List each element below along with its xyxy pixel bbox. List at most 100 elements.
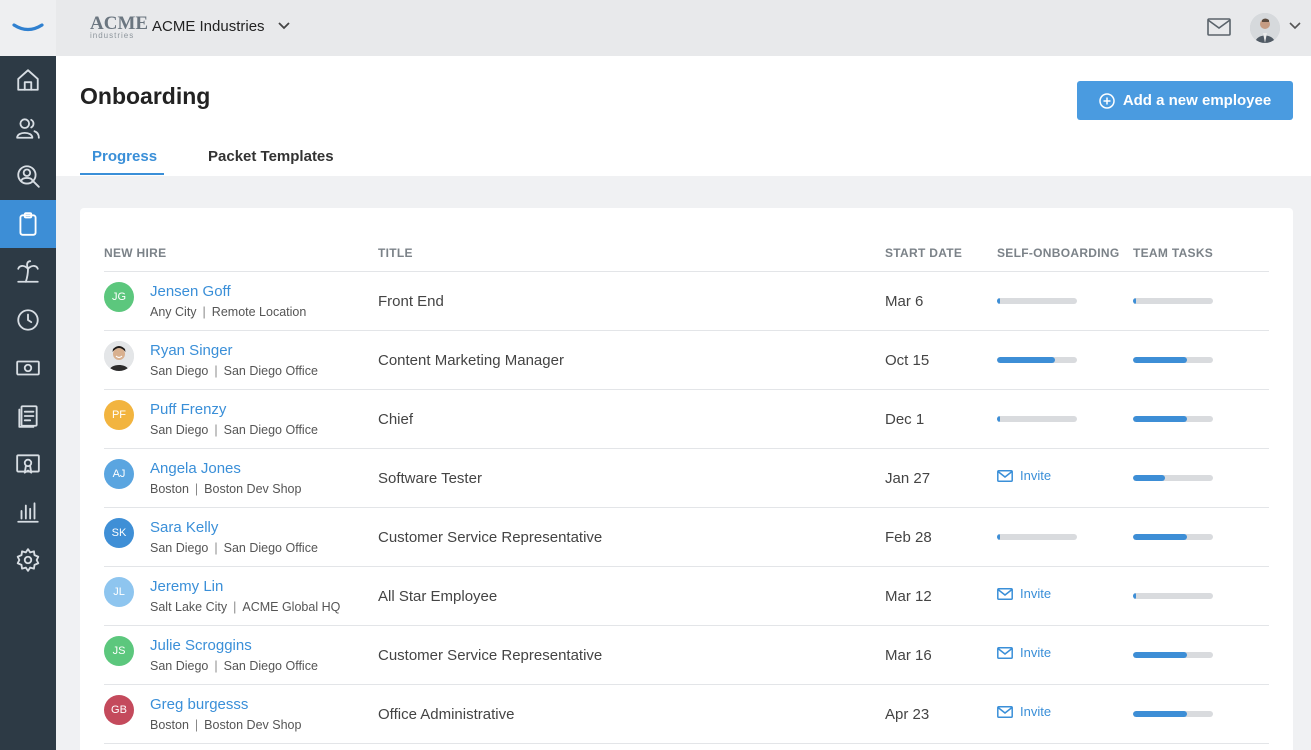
- team-tasks-progress: [1133, 475, 1213, 481]
- invite-link[interactable]: Invite: [997, 468, 1051, 483]
- clock-icon: [17, 309, 39, 331]
- table-row[interactable]: Ryan Singer San Diego | San Diego Office C…: [104, 331, 1269, 390]
- table-row[interactable]: AJ Angela Jones Boston | Boston Dev Shop S…: [104, 449, 1269, 508]
- smile-logo-icon: [12, 23, 44, 32]
- profile-photo-icon: [104, 341, 134, 371]
- table-row[interactable]: SK Sara Kelly San Diego | San Diego Office…: [104, 508, 1269, 567]
- invite-link[interactable]: Invite: [997, 586, 1051, 601]
- invite-label: Invite: [1020, 645, 1052, 660]
- location-separator: |: [214, 541, 218, 555]
- mail-icon: [997, 705, 1013, 718]
- sidebar-item-people[interactable]: [0, 104, 56, 152]
- sidebar-item-training[interactable]: [0, 440, 56, 488]
- employee-location: Boston | Boston Dev Shop: [150, 482, 301, 496]
- sidebar-item-settings[interactable]: [0, 536, 56, 584]
- employee-location: San Diego | San Diego Office: [150, 541, 318, 555]
- team-tasks-progress: [1133, 416, 1213, 422]
- avatar[interactable]: JS: [104, 636, 134, 666]
- company-logo: ACME industries: [90, 14, 148, 40]
- avatar[interactable]: SK: [104, 518, 134, 548]
- invite-label: Invite: [1020, 468, 1052, 483]
- sidebar-item-time-off[interactable]: [0, 248, 56, 296]
- employee-office: San Diego Office: [223, 423, 318, 437]
- people-icon: [16, 118, 40, 139]
- sidebar-item-time[interactable]: [0, 296, 56, 344]
- avatar[interactable]: AJ: [104, 459, 134, 489]
- employee-office: San Diego Office: [223, 364, 318, 378]
- company-selector[interactable]: ACME Industries: [152, 18, 265, 35]
- employee-name-link[interactable]: Jeremy Lin: [150, 578, 223, 595]
- gear-icon: [16, 548, 40, 572]
- page-title: Onboarding: [80, 83, 211, 109]
- employee-name-link[interactable]: Puff Frenzy: [150, 401, 226, 418]
- invite-link[interactable]: Invite: [997, 645, 1051, 660]
- employee-city: San Diego: [150, 364, 209, 378]
- avatar[interactable]: PF: [104, 400, 134, 430]
- table-row[interactable]: JS Julie Scroggins San Diego | San Diego O…: [104, 626, 1269, 685]
- team-tasks-progress: [1133, 711, 1213, 717]
- employee-office: San Diego Office: [223, 659, 318, 673]
- palm-tree-icon: [17, 260, 39, 283]
- certificate-icon: [16, 454, 40, 474]
- start-date: Mar 12: [885, 588, 932, 605]
- chevron-down-icon[interactable]: [278, 22, 290, 30]
- brand-subtitle: industries: [90, 31, 135, 40]
- onboarding-table-card: NEW HIRE TITLE START DATE SELF-ONBOARDIN…: [80, 208, 1293, 750]
- employee-office: Boston Dev Shop: [204, 718, 302, 732]
- clipboard-icon: [19, 212, 37, 236]
- avatar[interactable]: JG: [104, 282, 134, 312]
- location-separator: |: [233, 600, 237, 614]
- user-menu-chevron-icon[interactable]: [1289, 22, 1301, 30]
- column-header-title[interactable]: TITLE: [378, 246, 413, 260]
- tab-progress[interactable]: Progress: [92, 148, 157, 165]
- employee-city: Boston: [150, 482, 189, 496]
- self-onboarding-progress: [997, 416, 1077, 422]
- location-separator: |: [214, 364, 218, 378]
- sidebar-item-reports[interactable]: [0, 488, 56, 536]
- self-onboarding-progress: [997, 534, 1077, 540]
- column-header-new-hire[interactable]: NEW HIRE: [104, 246, 166, 260]
- location-separator: |: [214, 659, 218, 673]
- table-row[interactable]: PF Puff Frenzy San Diego | San Diego Offic…: [104, 390, 1269, 449]
- avatar[interactable]: GB: [104, 695, 134, 725]
- employee-location: San Diego | San Diego Office: [150, 659, 318, 673]
- sidebar-item-payroll[interactable]: [0, 344, 56, 392]
- app-logo[interactable]: [0, 0, 56, 56]
- job-title: Software Tester: [378, 470, 482, 487]
- column-header-team-tasks[interactable]: TEAM TASKS: [1133, 246, 1213, 260]
- sidebar-item-hiring[interactable]: [0, 152, 56, 200]
- employee-city: Boston: [150, 718, 189, 732]
- job-title: Content Marketing Manager: [378, 352, 564, 369]
- table-row[interactable]: JL Jeremy Lin Salt Lake City | ACME Global…: [104, 567, 1269, 626]
- sidebar: [0, 0, 56, 750]
- employee-name-link[interactable]: Julie Scroggins: [150, 637, 252, 654]
- employee-name-link[interactable]: Greg burgesss: [150, 696, 248, 713]
- tab-packet-templates[interactable]: Packet Templates: [208, 148, 334, 165]
- user-avatar[interactable]: [1250, 13, 1280, 43]
- mail-icon: [997, 587, 1013, 600]
- sidebar-item-home[interactable]: [0, 56, 56, 104]
- employee-name-link[interactable]: Jensen Goff: [150, 283, 231, 300]
- team-tasks-progress: [1133, 298, 1213, 304]
- employee-name-link[interactable]: Sara Kelly: [150, 519, 218, 536]
- employee-location: Salt Lake City | ACME Global HQ: [150, 600, 340, 614]
- mail-icon: [997, 469, 1013, 482]
- employee-city: Any City: [150, 305, 197, 319]
- column-header-start-date[interactable]: START DATE: [885, 246, 962, 260]
- chart-icon: [17, 502, 39, 523]
- avatar[interactable]: [104, 341, 134, 371]
- employee-name-link[interactable]: Ryan Singer: [150, 342, 233, 359]
- employee-name-link[interactable]: Angela Jones: [150, 460, 241, 477]
- mail-icon[interactable]: [1207, 18, 1231, 36]
- table-row[interactable]: GB Greg burgesss Boston | Boston Dev Shop …: [104, 685, 1269, 744]
- avatar[interactable]: JL: [104, 577, 134, 607]
- self-onboarding-progress: [997, 357, 1077, 363]
- sidebar-item-onboarding[interactable]: [0, 200, 56, 248]
- job-title: Customer Service Representative: [378, 529, 603, 546]
- sidebar-item-documents[interactable]: [0, 392, 56, 440]
- add-employee-button[interactable]: Add a new employee: [1077, 81, 1293, 120]
- employee-location: Boston | Boston Dev Shop: [150, 718, 301, 732]
- column-header-self-onboarding[interactable]: SELF-ONBOARDING: [997, 246, 1120, 260]
- invite-link[interactable]: Invite: [997, 704, 1051, 719]
- table-row[interactable]: JG Jensen Goff Any City | Remote Location …: [104, 272, 1269, 331]
